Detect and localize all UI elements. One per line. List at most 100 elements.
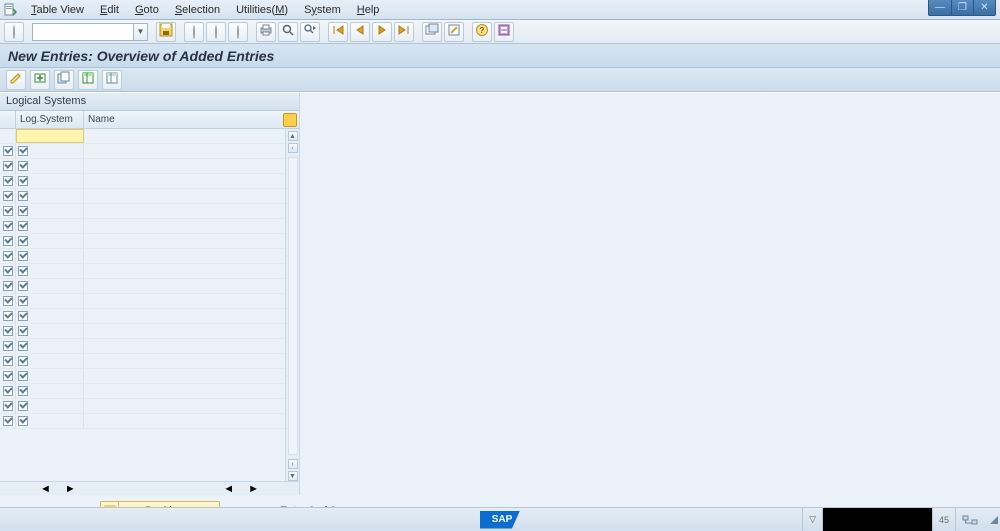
row-selector[interactable] [0, 219, 16, 233]
first-page-button[interactable] [328, 22, 348, 42]
cell-log-system[interactable] [16, 219, 84, 233]
grid-select-all-column[interactable] [0, 111, 16, 128]
cell-log-system[interactable] [16, 129, 84, 143]
row-selector[interactable] [0, 294, 16, 308]
table-row[interactable] [0, 279, 285, 294]
status-dropdown-icon[interactable]: ▽ [802, 508, 822, 531]
cell-name[interactable] [84, 414, 285, 428]
cell-log-system[interactable] [16, 174, 84, 188]
row-selector[interactable] [0, 159, 16, 173]
cell-log-system[interactable] [16, 279, 84, 293]
cell-log-system[interactable] [16, 399, 84, 413]
cell-log-system[interactable] [16, 189, 84, 203]
table-row[interactable] [0, 309, 285, 324]
cell-log-system[interactable] [16, 354, 84, 368]
okcode-input[interactable] [32, 23, 134, 41]
cell-name[interactable] [84, 234, 285, 248]
scroll-line-up-icon[interactable]: ‹ [288, 143, 298, 153]
cell-name[interactable] [84, 309, 285, 323]
menu-edit[interactable]: Edit [92, 2, 127, 18]
row-selector[interactable] [0, 129, 16, 143]
row-selector[interactable] [0, 249, 16, 263]
cell-log-system[interactable] [16, 309, 84, 323]
menu-utilities[interactable]: Utilities(M) [228, 2, 296, 18]
table-row[interactable] [0, 294, 285, 309]
app-select-all-button[interactable] [78, 70, 98, 90]
window-minimize-icon[interactable]: ― [929, 0, 951, 15]
window-restore-icon[interactable]: ❐ [951, 0, 973, 15]
table-row[interactable] [0, 369, 285, 384]
window-close-icon[interactable]: ✕ [973, 0, 995, 15]
column-name[interactable]: Name [84, 114, 115, 125]
table-row[interactable] [0, 384, 285, 399]
status-network-icon[interactable] [955, 508, 984, 531]
row-selector[interactable] [0, 204, 16, 218]
shortcut-button[interactable] [444, 22, 464, 42]
cell-log-system[interactable] [16, 369, 84, 383]
app-deselect-all-button[interactable] [102, 70, 122, 90]
table-row[interactable] [0, 129, 285, 144]
row-selector[interactable] [0, 174, 16, 188]
table-row[interactable] [0, 399, 285, 414]
hscroll-left-icon[interactable]: ◄ [40, 483, 51, 495]
menu-help[interactable]: Help [349, 2, 388, 18]
cell-name[interactable] [84, 369, 285, 383]
okcode-dropdown-icon[interactable]: ▼ [134, 23, 148, 41]
row-selector[interactable] [0, 324, 16, 338]
table-row[interactable] [0, 144, 285, 159]
last-page-button[interactable] [394, 22, 414, 42]
table-row[interactable] [0, 324, 285, 339]
vertical-scrollbar[interactable]: ▲ ‹ › ▼ [285, 129, 299, 481]
cell-name[interactable] [84, 264, 285, 278]
cell-name[interactable] [84, 324, 285, 338]
row-selector[interactable] [0, 414, 16, 428]
row-selector[interactable] [0, 309, 16, 323]
grid-config-icon[interactable] [283, 113, 297, 127]
cell-name[interactable] [84, 204, 285, 218]
hscroll-right2-icon[interactable]: ► [248, 483, 259, 495]
scroll-up-icon[interactable]: ▲ [288, 131, 298, 141]
table-row[interactable] [0, 189, 285, 204]
cell-name[interactable] [84, 294, 285, 308]
row-selector[interactable] [0, 384, 16, 398]
column-log-system[interactable]: Log.System [16, 111, 84, 128]
cell-name[interactable] [84, 354, 285, 368]
find-next-button[interactable] [300, 22, 320, 42]
cell-name[interactable] [84, 219, 285, 233]
cell-name[interactable] [84, 189, 285, 203]
menu-doc-icon[interactable] [3, 3, 17, 17]
help-button[interactable]: ? [472, 22, 492, 42]
row-selector[interactable] [0, 264, 16, 278]
cancel-button[interactable] [228, 22, 248, 42]
row-selector[interactable] [0, 339, 16, 353]
menu-goto[interactable]: Goto [127, 2, 167, 18]
hscroll-left2-icon[interactable]: ◄ [223, 483, 234, 495]
scroll-track[interactable] [288, 157, 298, 455]
cell-name[interactable] [84, 279, 285, 293]
hscroll-right-icon[interactable]: ► [65, 483, 76, 495]
local-layout-button[interactable] [494, 22, 514, 42]
app-copy-button[interactable] [54, 70, 74, 90]
save-button[interactable] [156, 22, 176, 42]
new-session-button[interactable] [422, 22, 442, 42]
menu-system[interactable]: System [296, 2, 349, 18]
menu-table-view[interactable]: Table View [23, 2, 92, 18]
cell-name[interactable] [84, 159, 285, 173]
table-row[interactable] [0, 219, 285, 234]
menu-selection[interactable]: Selection [167, 2, 228, 18]
table-row[interactable] [0, 264, 285, 279]
prev-page-button[interactable] [350, 22, 370, 42]
cell-log-system[interactable] [16, 159, 84, 173]
enter-button[interactable] [4, 22, 24, 42]
scroll-line-down-icon[interactable]: › [288, 459, 298, 469]
table-row[interactable] [0, 234, 285, 249]
cell-log-system[interactable] [16, 339, 84, 353]
cell-log-system[interactable] [16, 204, 84, 218]
row-selector[interactable] [0, 279, 16, 293]
cell-name[interactable] [84, 249, 285, 263]
row-selector[interactable] [0, 189, 16, 203]
row-selector[interactable] [0, 354, 16, 368]
cell-log-system[interactable] [16, 324, 84, 338]
cell-log-system[interactable] [16, 144, 84, 158]
cell-log-system[interactable] [16, 249, 84, 263]
